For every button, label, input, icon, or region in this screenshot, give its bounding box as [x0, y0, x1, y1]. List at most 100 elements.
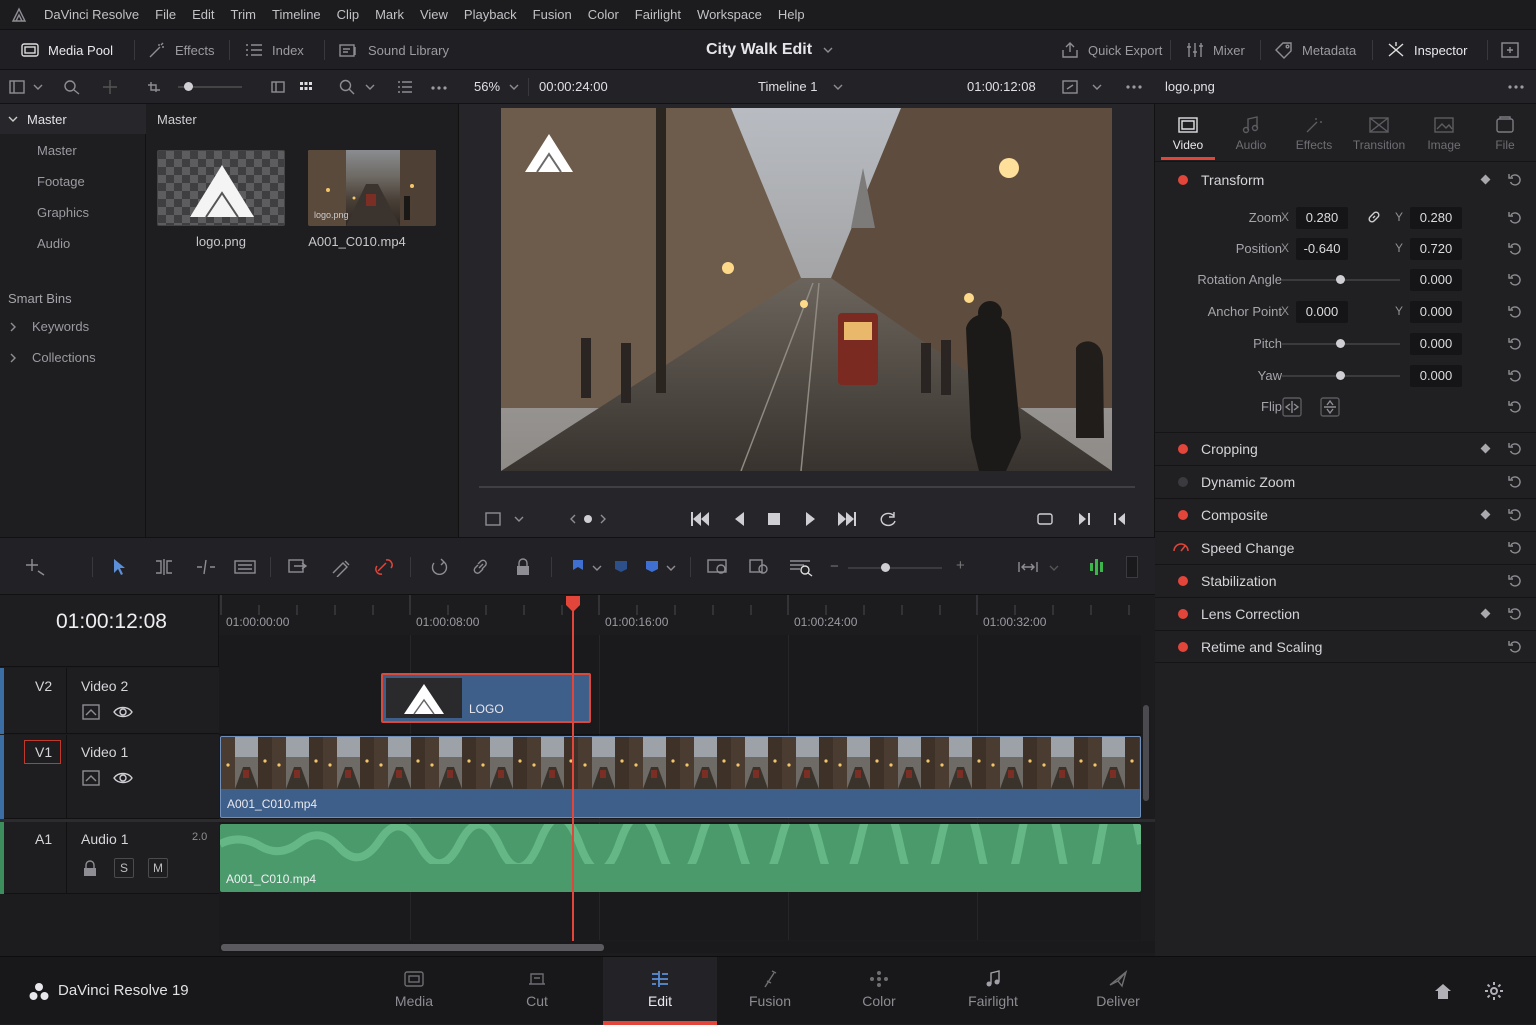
marker-icon[interactable] — [612, 557, 630, 577]
chevron-down-icon[interactable] — [508, 82, 520, 92]
menu-trim[interactable]: Trim — [223, 0, 265, 30]
loop-icon[interactable] — [877, 509, 899, 529]
speed-change-section[interactable]: Speed Change — [1155, 531, 1536, 564]
jog-shuttle-icon[interactable] — [569, 510, 607, 528]
page-edit[interactable]: Edit — [603, 957, 717, 1025]
zoom-detail-icon[interactable] — [748, 557, 772, 577]
timeline-horizontal-scrollbar[interactable] — [221, 944, 604, 951]
page-media[interactable]: Media — [357, 957, 471, 1025]
keyframe-diamond-icon[interactable] — [1480, 174, 1491, 185]
thumbnail-size-knob[interactable] — [184, 82, 193, 91]
lens-correction-enable-toggle[interactable] — [1178, 609, 1188, 619]
menu-mark[interactable]: Mark — [367, 0, 412, 30]
chevron-down-icon[interactable] — [32, 82, 44, 92]
next-edit-icon[interactable] — [1075, 509, 1093, 529]
auto-select-icon[interactable] — [81, 703, 101, 721]
sidebar-toggle-icon[interactable] — [8, 78, 26, 96]
track-height-icon[interactable] — [1016, 557, 1040, 577]
timeline-clip-logo[interactable]: LOGO — [381, 673, 591, 723]
metadata-button[interactable]: Metadata — [1274, 30, 1356, 70]
anchor-y-field[interactable]: 0.000 — [1410, 301, 1462, 323]
safe-area-icon[interactable] — [484, 510, 502, 528]
bin-footage[interactable]: Footage — [37, 174, 85, 189]
viewer-zoom-level[interactable]: 56% — [474, 79, 500, 94]
rotation-slider[interactable] — [1282, 275, 1400, 284]
dynamic-zoom-section[interactable]: Dynamic Zoom — [1155, 465, 1536, 498]
reset-icon[interactable] — [1507, 304, 1523, 320]
reset-icon[interactable] — [1507, 507, 1523, 523]
search-icon[interactable] — [338, 78, 356, 96]
reset-icon[interactable] — [1507, 639, 1523, 655]
quick-export-button[interactable]: Quick Export — [1060, 30, 1162, 70]
dynamic-trim-icon[interactable] — [194, 557, 218, 577]
pitch-slider-knob[interactable] — [1336, 339, 1345, 348]
linked-selection-icon[interactable] — [470, 557, 492, 577]
track-name-v1[interactable]: Video 1 — [81, 744, 128, 760]
trim-tool-icon[interactable] — [152, 557, 176, 577]
menu-fusion[interactable]: Fusion — [525, 0, 580, 30]
eye-icon[interactable] — [112, 703, 134, 721]
retime-scaling-section[interactable]: Retime and Scaling — [1155, 630, 1536, 663]
chevron-down-icon[interactable] — [591, 563, 603, 573]
chevron-down-icon[interactable] — [1048, 563, 1060, 573]
settings-gear-icon[interactable] — [1483, 980, 1505, 1002]
track-name-v2[interactable]: Video 2 — [81, 678, 128, 694]
replace-clip-icon[interactable] — [372, 557, 396, 577]
clip-thumbnail-logo[interactable] — [157, 150, 285, 226]
cropping-enable-toggle[interactable] — [1178, 444, 1188, 454]
snapping-icon[interactable] — [428, 557, 450, 577]
reset-icon[interactable] — [1507, 368, 1523, 384]
media-pool-button[interactable]: Media Pool — [20, 30, 113, 70]
timeline-zoom-knob[interactable] — [881, 563, 890, 572]
menu-workspace[interactable]: Workspace — [689, 0, 770, 30]
timeline-options-icon[interactable] — [24, 557, 48, 577]
composite-section[interactable]: Composite — [1155, 498, 1536, 531]
page-color[interactable]: Color — [822, 957, 936, 1025]
yaw-field[interactable]: 0.000 — [1410, 365, 1462, 387]
bin-master[interactable]: Master — [37, 143, 77, 158]
chevron-down-icon[interactable] — [513, 514, 525, 524]
menu-clip[interactable]: Clip — [329, 0, 367, 30]
reset-icon[interactable] — [1507, 336, 1523, 352]
clip-thumbnail-a001[interactable]: logo.png — [308, 150, 436, 226]
cropping-section[interactable]: Cropping — [1155, 432, 1536, 465]
sound-library-button[interactable]: Sound Library — [338, 30, 449, 70]
chevron-down-icon[interactable] — [832, 82, 844, 92]
menu-timeline[interactable]: Timeline — [264, 0, 329, 30]
page-fusion[interactable]: Fusion — [713, 957, 827, 1025]
audio-meter-icon[interactable] — [1087, 557, 1109, 577]
effects-button[interactable]: Effects — [147, 30, 215, 70]
more-options-icon[interactable] — [1125, 84, 1143, 90]
list-view-icon[interactable] — [396, 78, 414, 96]
dynamic-zoom-enable-toggle[interactable] — [1178, 477, 1188, 487]
reset-icon[interactable] — [1507, 241, 1523, 257]
reset-icon[interactable] — [1507, 573, 1523, 589]
zoom-out-icon[interactable]: − — [830, 558, 839, 575]
reset-icon[interactable] — [1507, 399, 1523, 415]
viewer-video-frame[interactable] — [501, 108, 1112, 471]
transform-icon[interactable] — [100, 78, 120, 96]
inspector-tab-effects[interactable]: Effects — [1283, 108, 1345, 160]
position-y-field[interactable]: 0.720 — [1410, 238, 1462, 260]
smart-bin-keywords[interactable]: Keywords — [0, 316, 146, 338]
flip-horizontal-icon[interactable] — [1282, 397, 1302, 417]
reset-icon[interactable] — [1507, 606, 1523, 622]
timeline-ruler[interactable]: 01:00:00:00 01:00:08:00 01:00:16:00 01:0… — [219, 595, 1141, 635]
bin-tree-master[interactable]: Master — [0, 104, 146, 134]
bin-graphics[interactable]: Graphics — [37, 205, 89, 220]
timeline-zoom-slider[interactable] — [848, 567, 942, 569]
more-options-icon[interactable] — [1507, 84, 1525, 90]
smart-bin-collections[interactable]: Collections — [0, 347, 146, 369]
yaw-slider[interactable] — [1282, 371, 1400, 380]
reset-icon[interactable] — [1507, 172, 1523, 188]
marker-color-icon[interactable] — [643, 557, 661, 577]
inspector-tab-video[interactable]: Video — [1157, 108, 1219, 160]
metadata-view-icon[interactable] — [270, 79, 286, 95]
inspector-tab-transition[interactable]: Transition — [1348, 108, 1410, 160]
timeline-clip-audio[interactable]: A001_C010.mp4 — [220, 824, 1141, 892]
flip-vertical-icon[interactable] — [1320, 397, 1340, 417]
stop-icon[interactable] — [765, 509, 783, 529]
timeline-clip-video[interactable]: A001_C010.mp4 — [220, 736, 1141, 818]
zoom-x-field[interactable]: 0.280 — [1296, 207, 1348, 229]
menu-edit[interactable]: Edit — [184, 0, 222, 30]
